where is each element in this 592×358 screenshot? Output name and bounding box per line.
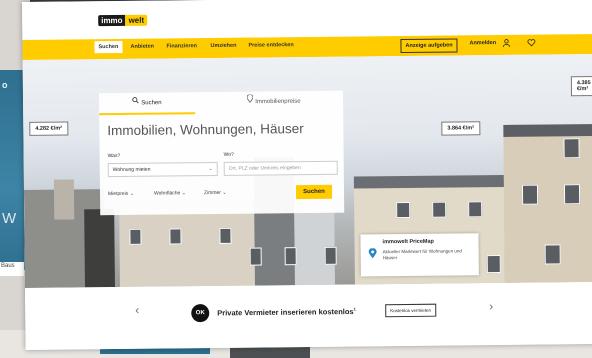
search-title: Immobilien, Wohnungen, Häuser	[107, 121, 304, 139]
roof-far-right	[503, 123, 592, 137]
logo-part-welt: welt	[125, 14, 148, 26]
window	[169, 228, 182, 245]
filter-mietpreis[interactable]: Mietpreis ⌄	[108, 191, 134, 197]
chevron-right-icon[interactable]: ›	[489, 299, 493, 313]
label-where: Wo?	[223, 151, 234, 158]
ok-badge: OK	[191, 304, 210, 323]
location-input[interactable]: Ort, PLZ oder Umkreis eingeben	[223, 160, 338, 176]
promo-text: Private Vermieter inserieren kostenlos1	[217, 307, 356, 318]
pricemap-subtitle: Aktueller Marktwert für Wohnungen und Hä…	[382, 248, 462, 261]
chevron-down-icon: ⌄	[208, 166, 213, 173]
search-card: Suchen Immobilienpreise Immobilien, Wohn…	[98, 90, 345, 216]
window	[284, 247, 297, 266]
tab-immobilienpreise[interactable]: Immobilienpreise	[219, 91, 329, 112]
chevron-down-icon: ⌄	[129, 190, 134, 197]
promo-text-main: Private Vermieter inserieren kostenlos	[217, 307, 354, 318]
anzeige-aufgeben-button[interactable]: Anzeige aufgeben	[400, 38, 458, 54]
window	[521, 184, 539, 205]
window	[468, 201, 483, 218]
window	[219, 227, 232, 244]
tab-immobilienpreise-label: Immobilienpreise	[255, 98, 301, 106]
property-type-select[interactable]: Wohnung mieten ⌄	[107, 161, 218, 178]
chimney-left	[53, 179, 75, 220]
nav-item-anbieten[interactable]: Anbieten	[130, 44, 154, 50]
filter-zimmer[interactable]: Zimmer ⌄	[204, 190, 227, 196]
price-bubble[interactable]: 4.385 €/m²	[570, 75, 592, 97]
price-bubble[interactable]: 3.864 €/m²	[441, 121, 481, 136]
kostenlos-vermieten-button[interactable]: Kostenlos vermieten	[385, 303, 437, 318]
location-icon	[247, 92, 254, 112]
chevron-down-icon: ⌄	[181, 190, 186, 197]
immowelt-logo[interactable]: immo welt	[98, 13, 148, 28]
search-icon	[132, 93, 140, 113]
price-bubble[interactable]: 4.282 €/m²	[29, 121, 69, 136]
window	[396, 201, 411, 219]
chevron-down-icon: ⌄	[222, 189, 227, 196]
window	[249, 247, 262, 266]
label-what: Was?	[107, 152, 121, 160]
filter-zimmer-label: Zimmer	[203, 189, 221, 197]
tab-suchen-label: Suchen	[141, 100, 162, 107]
nav-item-finanzieren[interactable]: Finanzieren	[166, 43, 197, 49]
window	[563, 184, 581, 205]
logo-part-immo: immo	[98, 14, 126, 26]
pricemap-card[interactable]: immowelt PriceMap Aktueller Marktwert fü…	[360, 233, 479, 277]
map-pin-icon	[368, 247, 377, 261]
promo-banner: ‹ OK Private Vermieter inserieren kosten…	[24, 281, 592, 350]
background-field: Baus	[0, 262, 24, 276]
background-label: o	[2, 80, 8, 90]
login-link[interactable]: Anmelden	[469, 40, 496, 46]
immowelt-window: immo welt Suchen Anbieten Finanzieren Um…	[22, 0, 592, 350]
street-lamp	[84, 209, 116, 288]
user-icon[interactable]	[502, 39, 511, 49]
window	[324, 246, 337, 265]
pricemap-title: immowelt PriceMap	[382, 238, 434, 246]
window	[432, 201, 447, 218]
nav-item-preise-entdecken[interactable]: Preise entdecken	[248, 42, 293, 48]
window	[544, 244, 561, 265]
window	[486, 255, 501, 274]
nav-item-umziehen[interactable]: Umziehen	[210, 43, 236, 49]
window	[129, 228, 142, 245]
background-large-letter: W	[2, 210, 17, 227]
building-center	[119, 207, 261, 288]
filter-mietpreis-label: Mietpreis	[107, 190, 129, 198]
filter-wohnflaeche-label: Wohnfläche	[153, 190, 181, 197]
search-button[interactable]: Suchen	[295, 184, 333, 200]
tab-suchen[interactable]: Suchen	[98, 92, 196, 116]
roof-right	[353, 174, 504, 189]
window	[563, 138, 580, 159]
heart-icon[interactable]	[527, 39, 536, 49]
property-type-value: Wohnung mieten	[112, 166, 151, 174]
chevron-left-icon[interactable]: ‹	[135, 303, 139, 317]
filter-wohnflaeche[interactable]: Wohnfläche ⌄	[154, 190, 186, 196]
promo-footnote: 1	[353, 306, 356, 312]
nav-item-suchen[interactable]: Suchen	[94, 40, 123, 54]
